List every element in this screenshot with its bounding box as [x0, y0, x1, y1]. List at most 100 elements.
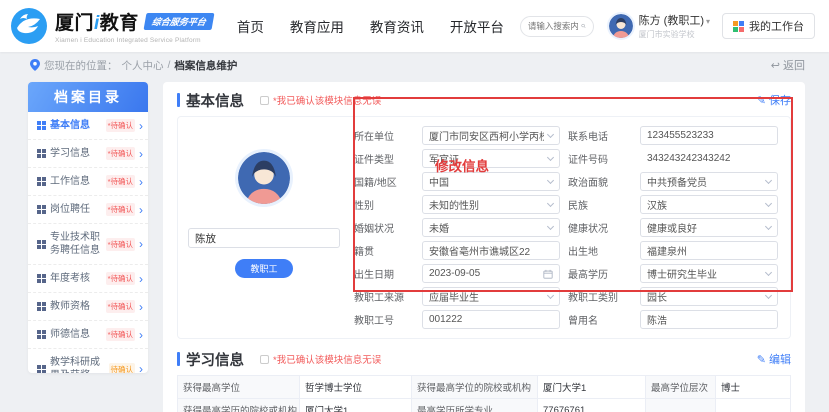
brand[interactable]: 厦门i教育 综合服务平台 Xiamen i Education Integrat…: [10, 7, 215, 45]
form-label: 出生日期: [354, 270, 394, 281]
basic-info-header: 基本信息 *我已确认该模块信息无误 ✎ 保存: [177, 90, 791, 110]
save-button[interactable]: ✎ 保存: [757, 92, 791, 108]
back-icon: ↩: [770, 59, 780, 72]
sidebar-item[interactable]: 岗位聘任 *待确认 ›: [28, 196, 148, 224]
form-field[interactable]: 应届毕业生: [422, 287, 560, 306]
section-title-basic: 基本信息 *我已确认该模块信息无误: [177, 90, 381, 111]
role-badge: 教职工: [235, 259, 293, 278]
sidebar-item-label: 年度考核: [50, 273, 90, 284]
nav-item[interactable]: 教育应用: [290, 16, 344, 36]
field-value: 343243242343242: [647, 153, 731, 164]
pending-badge: *待确认: [105, 328, 135, 341]
form-field[interactable]: 博士研究生毕业: [640, 264, 778, 283]
form-field[interactable]: 2023-09-05: [422, 264, 560, 283]
table-label-cell: [646, 399, 716, 412]
edit-button[interactable]: ✎ 编辑: [757, 351, 791, 367]
field-value: 军官证: [429, 155, 459, 166]
breadcrumb-parent[interactable]: 个人中心: [122, 58, 164, 73]
table-value-cell: 厦门大学1: [300, 399, 412, 412]
caret-down-icon: ▾: [705, 17, 710, 26]
form-field[interactable]: 中国: [422, 172, 560, 191]
content: 档案目录 基本信息 *待确认 › 学习信息 *待确认 › 工作信息 *待确认 › 岗位聘任 *待确认…: [0, 78, 829, 412]
profile-photo[interactable]: [238, 152, 290, 204]
form-field[interactable]: 343243242343242: [640, 149, 778, 168]
sidebar-item-label: 基本信息: [50, 120, 90, 131]
user-name: 陈方 (教职工): [638, 15, 704, 27]
form-field[interactable]: 汉族: [640, 195, 778, 214]
brand-logo-icon: [11, 8, 47, 44]
sidebar-item-label: 教师资格: [50, 301, 90, 312]
user-avatar: [608, 14, 633, 38]
edit-pencil-icon: ✎: [756, 94, 766, 107]
back-button[interactable]: ↩ 返回: [771, 57, 805, 73]
form-field[interactable]: 厦门市同安区西柯小学丙校区: [422, 126, 560, 145]
field-value: 园长: [647, 293, 667, 304]
confirm-checkbox-study[interactable]: *我已确认该模块信息无误: [260, 352, 381, 366]
nav-item[interactable]: 首页: [237, 16, 264, 36]
table-label-cell: 获得最高学位: [178, 376, 300, 399]
field-value: 中国: [429, 178, 449, 189]
checkbox-icon[interactable]: [260, 95, 269, 105]
form-label: 籍贯: [354, 247, 374, 258]
page: 厦门i教育 综合服务平台 Xiamen i Education Integrat…: [0, 0, 829, 412]
form-label: 教职工号: [354, 316, 394, 327]
form-label: 证件号码: [568, 155, 608, 166]
user-meta: 陈方 (教职工) ▾ 厦门市实验学校: [639, 12, 710, 40]
sidebar-item[interactable]: 年度考核 *待确认 ›: [28, 265, 148, 293]
grid-icon: [37, 274, 46, 283]
table-value-cell: 博士: [716, 376, 791, 399]
form-label: 教职工类别: [568, 293, 618, 304]
field-value: 2023-09-05: [429, 268, 481, 279]
workbench-button[interactable]: 我的工作台: [722, 13, 815, 39]
field-value: 应届毕业生: [429, 293, 479, 304]
search-box[interactable]: [519, 15, 594, 37]
name-input[interactable]: [188, 228, 340, 248]
field-value: 未知的性别: [429, 201, 479, 212]
location-pin-icon: [30, 59, 40, 71]
form-field[interactable]: 安徽省亳州市谯城区22: [422, 241, 560, 260]
sidebar-item[interactable]: 工作信息 *待确认 ›: [28, 168, 148, 196]
chevron-right-icon: ›: [139, 327, 143, 342]
brand-badge: 综合服务平台: [143, 13, 215, 30]
form-field[interactable]: 福建泉州: [640, 241, 778, 260]
field-value: 未婚: [429, 224, 449, 235]
form-field[interactable]: 园长: [640, 287, 778, 306]
field-value: 安徽省亳州市谯城区22: [429, 247, 531, 258]
table-value-cell: 哲学博士学位: [300, 376, 412, 399]
form-label: 婚姻状况: [354, 224, 394, 235]
form-field[interactable]: 未知的性别: [422, 195, 560, 214]
form-field[interactable]: 001222: [422, 310, 560, 329]
breadcrumb-prefix: 您现在的位置：: [44, 59, 118, 72]
sidebar-item[interactable]: 师德信息 *待确认 ›: [28, 321, 148, 349]
search-input[interactable]: [527, 21, 578, 31]
sidebar-item[interactable]: 基本信息 *待确认 ›: [28, 112, 148, 140]
form-label: 出生地: [568, 247, 598, 258]
select-caret-icon: [764, 268, 773, 276]
grid-icon: [37, 239, 46, 249]
form-field[interactable]: 军官证: [422, 149, 560, 168]
grid-icon: [37, 330, 46, 339]
sidebar-item[interactable]: 学习信息 *待确认 ›: [28, 140, 148, 168]
nav-item[interactable]: 教育资讯: [370, 16, 424, 36]
checkbox-icon[interactable]: [260, 354, 269, 364]
sidebar-item[interactable]: 教师资格 *待确认 ›: [28, 293, 148, 321]
sidebar-item[interactable]: 专业技术职务聘任信息 *待确认 ›: [28, 224, 148, 265]
nav-item[interactable]: 开放平台: [450, 16, 504, 36]
field-value: 博士研究生毕业: [647, 270, 717, 281]
pending-badge: *待确认: [105, 237, 135, 251]
confirm-text: *我已确认该模块信息无误: [273, 96, 382, 107]
chevron-right-icon: ›: [139, 174, 143, 189]
chevron-right-icon: ›: [139, 362, 143, 373]
form-field[interactable]: 123455523233: [640, 126, 778, 145]
form-field[interactable]: 未婚: [422, 218, 560, 237]
select-caret-icon: [764, 199, 773, 207]
form-field[interactable]: 中共预备党员: [640, 172, 778, 191]
sidebar-item[interactable]: 教学科研成果及获奖待确认 ›: [28, 349, 148, 373]
chevron-right-icon: ›: [139, 271, 143, 286]
form-field[interactable]: 健康或良好: [640, 218, 778, 237]
confirm-checkbox-basic[interactable]: *我已确认该模块信息无误: [260, 93, 381, 107]
chevron-right-icon: ›: [139, 237, 143, 251]
user-menu[interactable]: 陈方 (教职工) ▾ 厦门市实验学校: [608, 12, 710, 40]
pending-badge: *待确认: [105, 300, 135, 313]
form-field[interactable]: 陈浩: [640, 310, 778, 329]
